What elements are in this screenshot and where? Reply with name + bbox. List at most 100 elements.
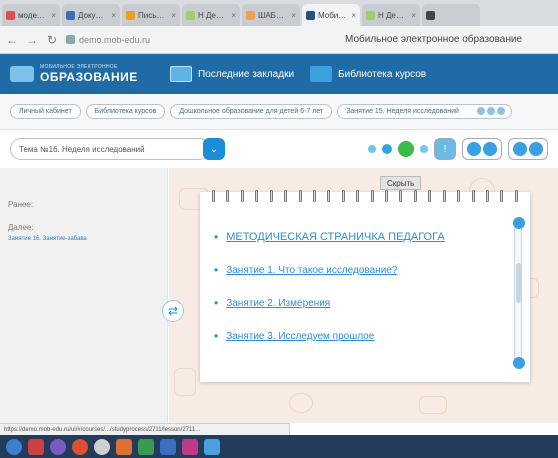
app-icon[interactable] xyxy=(138,438,154,455)
prev-icon[interactable] xyxy=(513,142,527,156)
step-dot-current[interactable] xyxy=(398,141,414,157)
start-icon[interactable] xyxy=(6,438,22,455)
site-logo[interactable]: МОБИЛЬНОЕ ЭЛЕКТРОННОЕ ОБРАЗОВАНИЕ xyxy=(10,64,170,84)
breadcrumb-item[interactable]: Библиотека курсов xyxy=(85,104,166,119)
breadcrumb-item[interactable]: Личный кабинет xyxy=(10,104,81,119)
lesson-link[interactable]: Занятие 3. Исследуем прошлое xyxy=(226,331,374,342)
browser-tab[interactable]: Н Демо-до× xyxy=(362,4,420,26)
notebook-ring xyxy=(471,190,475,202)
zoom-controls[interactable] xyxy=(462,138,502,160)
scroll-up-icon[interactable] xyxy=(513,217,525,229)
tab-label: Документ xyxy=(78,10,108,20)
zoom-in-icon[interactable] xyxy=(483,142,497,156)
app-icon[interactable] xyxy=(94,438,110,455)
back-arrow-icon[interactable]: ← xyxy=(6,33,18,47)
notebook-ring xyxy=(399,190,403,202)
browser-tab[interactable] xyxy=(422,4,480,26)
lesson-toolbar: Тема №16. Неделя исследований ⌄ ! xyxy=(0,130,558,168)
notebook-ring xyxy=(457,190,461,202)
breadcrumb-item[interactable]: Дошкольное образование для детей 6-7 лет xyxy=(170,104,333,119)
notebook-ring xyxy=(240,190,244,202)
library-icon xyxy=(310,66,333,82)
browser-tab[interactable]: Н Демо-до× xyxy=(182,4,240,26)
notebook-ring xyxy=(269,190,273,202)
topic-select-value: Тема №16. Неделя исследований xyxy=(19,144,145,154)
app-icon[interactable] xyxy=(182,438,198,455)
bullet-icon: • xyxy=(214,329,219,343)
app-icon[interactable] xyxy=(50,438,66,455)
scroll-down-icon[interactable] xyxy=(513,357,525,369)
notebook-ring xyxy=(284,190,288,202)
browser-tab[interactable]: Мобильн × xyxy=(302,4,360,26)
hide-button[interactable]: Скрыть xyxy=(380,176,422,190)
browser-tab[interactable]: ШАБЛОН д× xyxy=(242,4,300,26)
next-icon[interactable] xyxy=(529,142,543,156)
breadcrumb-current-label: Занятие 15. Неделя исследований xyxy=(346,108,459,115)
bullet-icon: • xyxy=(214,230,219,244)
app-icon[interactable] xyxy=(72,438,88,455)
next-lesson-link[interactable]: Занятие 16. Занятие-забава xyxy=(8,236,159,242)
chevron-down-icon[interactable]: ⌄ xyxy=(203,138,225,160)
close-icon[interactable]: × xyxy=(291,11,296,20)
tab-favicon-icon xyxy=(306,10,315,20)
address-bar: ← → ↻ demo.mob-edu.ru Мобильное электрон… xyxy=(0,26,558,54)
browser-tab[interactable]: модели НО× xyxy=(2,4,60,26)
lesson-link[interactable]: Занятие 1. Что такое исследование? xyxy=(226,265,397,276)
tab-favicon-icon xyxy=(366,10,375,20)
step-dot[interactable] xyxy=(368,145,376,153)
tab-favicon-icon xyxy=(426,10,435,20)
info-button[interactable]: ! xyxy=(434,138,456,160)
app-icon[interactable] xyxy=(116,438,132,455)
lesson-link[interactable]: Занятие 2. Измерения xyxy=(226,298,330,309)
notebook-ring xyxy=(486,190,490,202)
step-dot[interactable] xyxy=(420,145,428,153)
notebook-ring xyxy=(327,190,331,202)
app-icon[interactable] xyxy=(204,438,220,455)
background-doodle xyxy=(174,368,196,396)
tab-favicon-icon xyxy=(66,10,75,20)
lesson-link[interactable]: МЕТОДИЧЕСКАЯ СТРАНИЧКА ПЕДАГОГА xyxy=(226,231,444,243)
browser-tab[interactable]: Письмо - Ц× xyxy=(122,4,180,26)
browser-tab-strip: модели НО×Документ×Письмо - Ц×Н Демо-до×… xyxy=(0,0,558,26)
course-library-link[interactable]: Библиотека курсов xyxy=(310,66,426,82)
notebook-ring xyxy=(298,190,302,202)
close-icon[interactable]: × xyxy=(231,11,236,20)
url-field[interactable]: demo.mob-edu.ru xyxy=(66,35,246,45)
close-icon[interactable]: × xyxy=(351,11,356,20)
scroll-thumb[interactable] xyxy=(516,263,521,303)
topic-select[interactable]: Тема №16. Неделя исследований ⌄ xyxy=(10,138,225,160)
tab-favicon-icon xyxy=(6,10,15,20)
bookmarks-link[interactable]: Последние закладки xyxy=(170,66,294,82)
notebook-ring xyxy=(356,190,360,202)
step-dot[interactable] xyxy=(382,144,392,154)
list-item: • МЕТОДИЧЕСКАЯ СТРАНИЧКА ПЕДАГОГА xyxy=(214,230,504,244)
close-icon[interactable]: × xyxy=(111,11,116,20)
tab-label: Письмо - Ц xyxy=(138,10,168,20)
breadcrumb-actions[interactable] xyxy=(476,107,505,115)
swap-arrows-icon[interactable]: ⇄ xyxy=(162,300,184,322)
lesson-side-panel: Ранее: Далее: Занятие 16. Занятие-забава xyxy=(0,168,168,423)
close-icon[interactable]: × xyxy=(51,11,56,20)
browser-tab[interactable]: Документ× xyxy=(62,4,120,26)
bookmarks-label: Последние закладки xyxy=(198,68,295,80)
tab-favicon-icon xyxy=(186,10,195,20)
notebook-ring xyxy=(500,190,504,202)
notebook-ring xyxy=(428,190,432,202)
notebook-ring xyxy=(212,190,215,202)
zoom-out-icon[interactable] xyxy=(467,142,481,156)
tab-label: ШАБЛОН д xyxy=(258,10,288,20)
close-icon[interactable]: × xyxy=(411,11,416,20)
bullet-icon: • xyxy=(214,296,219,310)
close-icon[interactable]: × xyxy=(171,11,176,20)
app-icon[interactable] xyxy=(28,438,44,455)
logo-title: ОБРАЗОВАНИЕ xyxy=(40,70,138,84)
view-controls[interactable] xyxy=(508,138,548,160)
notebook-scrollbar[interactable] xyxy=(513,217,525,369)
breadcrumb: Личный кабинет Библиотека курсов Дошколь… xyxy=(0,94,558,130)
breadcrumb-item-current[interactable]: Занятие 15. Неделя исследований xyxy=(337,104,512,119)
reload-icon[interactable]: ↻ xyxy=(46,33,58,47)
list-item: • Занятие 2. Измерения xyxy=(214,296,504,310)
tab-label: модели НО xyxy=(18,10,48,20)
app-icon[interactable] xyxy=(160,438,176,455)
forward-arrow-icon[interactable]: → xyxy=(26,33,38,47)
